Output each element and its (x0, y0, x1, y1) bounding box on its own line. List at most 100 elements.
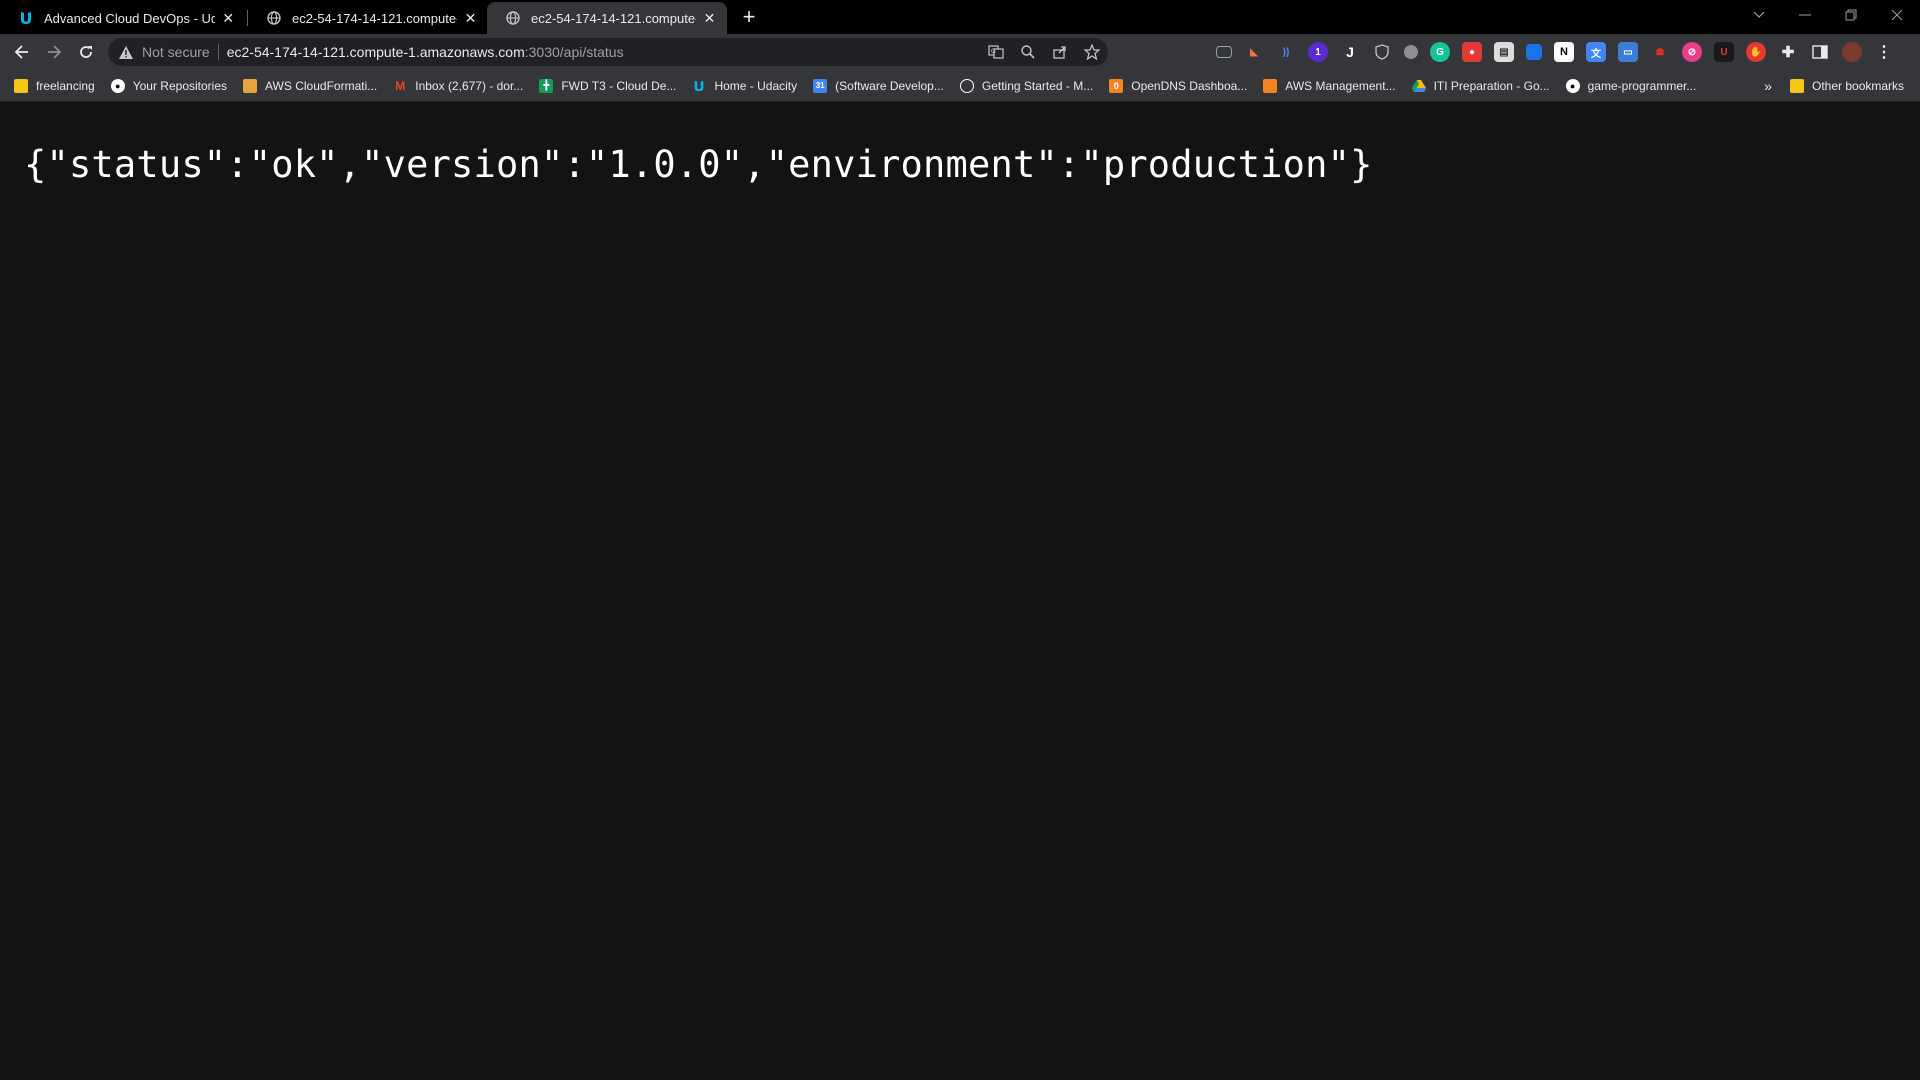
red-extension-icon[interactable]: ☗ (1650, 42, 1670, 62)
bookmark-label: Inbox (2,677) - dor... (415, 78, 524, 93)
menu-kebab-icon[interactable]: ⋮ (1874, 42, 1894, 62)
circle-arrow-icon (959, 78, 974, 93)
tab-title: Advanced Cloud DevOps - Udacity (44, 10, 215, 26)
page-content: {"status":"ok","version":"1.0.0","enviro… (0, 103, 1920, 1080)
bookmarks-overflow-chevron-icon[interactable]: » (1756, 74, 1780, 98)
bookmark-label: AWS CloudFormati... (265, 78, 378, 93)
tab-ec2-1[interactable]: ec2-54-174-14-121.compute-1.amazonaws.co… (248, 2, 488, 34)
forward-button[interactable] (40, 38, 68, 66)
warning-icon[interactable] (118, 44, 134, 60)
wave-extension-icon[interactable]: )) (1276, 42, 1296, 62)
grey-circle-extension-icon[interactable] (1404, 45, 1418, 59)
new-tab-button[interactable]: + (736, 4, 762, 30)
tab-title: ec2-54-174-14-121.compute-1.amazonaws.co… (292, 10, 457, 26)
bookmark-label: game-programmer... (1587, 78, 1697, 93)
shield-icon[interactable] (1372, 42, 1392, 62)
calendar-icon: 31 (813, 78, 828, 93)
camera-extension-icon[interactable]: ● (1462, 42, 1482, 62)
address-bar[interactable]: Not secure ec2-54-174-14-121.compute-1.a… (108, 38, 1108, 66)
trello-extension-icon[interactable] (1526, 44, 1542, 60)
tab-udacity[interactable]: Advanced Cloud DevOps - Udacity ✕ (0, 2, 246, 34)
json-response-text: {"status":"ok","version":"1.0.0","enviro… (24, 143, 1373, 186)
github-icon: ● (1565, 78, 1580, 93)
bookmark-label: OpenDNS Dashboa... (1131, 78, 1248, 93)
folder-icon (14, 78, 28, 93)
printer-extension-icon[interactable]: ▤ (1494, 42, 1514, 62)
reload-button[interactable] (72, 38, 100, 66)
bookmark-your-repositories[interactable]: ● Your Repositories (103, 74, 235, 98)
close-icon[interactable]: ✕ (463, 10, 478, 26)
google-translate-icon[interactable]: 文 (1586, 42, 1606, 62)
tab-strip: Advanced Cloud DevOps - Udacity ✕ ec2-54… (0, 0, 1920, 34)
purple-extension-icon[interactable]: 1 (1308, 42, 1328, 62)
globe-icon (266, 10, 282, 26)
zoom-icon[interactable] (1020, 44, 1036, 60)
minimize-icon[interactable] (1782, 0, 1828, 30)
bookmark-inbox[interactable]: M Inbox (2,677) - dor... (385, 74, 531, 98)
bookmark-game-programmer[interactable]: ● game-programmer... (1558, 74, 1705, 98)
github-icon: ● (110, 78, 125, 93)
pink-extension-icon[interactable]: ⊘ (1682, 42, 1702, 62)
bookmark-getting-started[interactable]: Getting Started - M... (952, 74, 1101, 98)
close-window-icon[interactable] (1874, 0, 1920, 30)
bookmark-label: FWD T3 - Cloud De... (561, 78, 677, 93)
restore-icon[interactable] (1828, 0, 1874, 30)
bookmark-opendns[interactable]: 0 OpenDNS Dashboa... (1101, 74, 1255, 98)
tab-title: ec2-54-174-14-121.compute-1.amazonaws.co… (531, 10, 696, 26)
address-divider (217, 44, 219, 60)
bookmark-software-develop[interactable]: 31 (Software Develop... (805, 74, 952, 98)
notion-icon[interactable]: N (1554, 42, 1574, 62)
metamask-extension-icon[interactable]: ◣ (1244, 42, 1264, 62)
bookmark-label: Home - Udacity (714, 78, 798, 93)
aws-icon (1263, 78, 1278, 93)
tab-search-icon[interactable] (1736, 0, 1782, 30)
extensions-puzzle-icon[interactable]: ✚ (1778, 42, 1798, 62)
share-icon[interactable] (1052, 44, 1068, 60)
mail-extension-icon[interactable] (1216, 46, 1232, 58)
gmail-icon: M (395, 78, 406, 93)
screen-extension-icon[interactable]: ▭ (1618, 42, 1638, 62)
bookmark-label: AWS Management... (1285, 78, 1396, 93)
bookmark-iti-preparation[interactable]: ITI Preparation - Go... (1404, 74, 1558, 98)
bookmark-home-udacity[interactable]: Home - Udacity (684, 74, 805, 98)
translate-icon[interactable]: G (988, 44, 1004, 60)
other-bookmarks[interactable]: Other bookmarks (1790, 74, 1904, 98)
bookmark-label: freelancing (36, 78, 95, 93)
bookmark-label: Your Repositories (132, 78, 227, 93)
avatar[interactable] (1842, 42, 1862, 62)
bookmark-star-icon[interactable] (1084, 44, 1100, 60)
close-icon[interactable]: ✕ (221, 10, 237, 26)
bookmark-fwd-t3[interactable]: ╋ FWD T3 - Cloud De... (531, 74, 684, 98)
stop-extension-icon[interactable]: ✋ (1746, 42, 1766, 62)
security-label[interactable]: Not secure (142, 44, 210, 60)
grammarly-icon[interactable]: G (1430, 42, 1450, 62)
extensions-row: ◣ )) 1 J G ● ▤ N 文 ▭ ☗ ⊘ U ✋ ✚ ⋮ (1216, 42, 1894, 62)
bookmark-freelancing[interactable]: freelancing (6, 74, 103, 98)
opendns-icon: 0 (1109, 78, 1124, 93)
svg-text:G: G (991, 48, 996, 55)
close-icon[interactable]: ✕ (702, 10, 717, 26)
udacity-icon (18, 10, 34, 26)
folder-icon (1790, 79, 1804, 93)
address-bar-actions: G (988, 38, 1100, 66)
url-host: ec2-54-174-14-121.compute-1.amazonaws.co… (226, 44, 525, 60)
bookmark-aws-cloudformation[interactable]: AWS CloudFormati... (235, 74, 385, 98)
bookmark-label: (Software Develop... (835, 78, 944, 93)
ublock-icon[interactable]: U (1714, 42, 1734, 62)
side-panel-icon[interactable] (1810, 42, 1830, 62)
bookmarks-bar: freelancing ● Your Repositories AWS Clou… (0, 70, 1920, 102)
bookmark-label: Getting Started - M... (981, 78, 1094, 93)
globe-icon (505, 10, 521, 26)
browser-toolbar: Not secure ec2-54-174-14-121.compute-1.a… (0, 34, 1920, 70)
other-bookmarks-label: Other bookmarks (1812, 79, 1905, 93)
aws-cloudformation-icon (243, 78, 257, 93)
back-button[interactable] (8, 38, 36, 66)
sheets-icon: ╋ (539, 78, 554, 93)
tab-ec2-active[interactable]: ec2-54-174-14-121.compute-1.amazonaws.co… (487, 2, 727, 34)
j-extension-icon[interactable]: J (1340, 42, 1360, 62)
drive-icon (1411, 79, 1426, 93)
url-path: :3030/api/status (524, 44, 624, 60)
udacity-icon (692, 79, 706, 93)
bookmark-aws-management[interactable]: AWS Management... (1255, 74, 1403, 98)
bookmark-label: ITI Preparation - Go... (1433, 78, 1550, 93)
